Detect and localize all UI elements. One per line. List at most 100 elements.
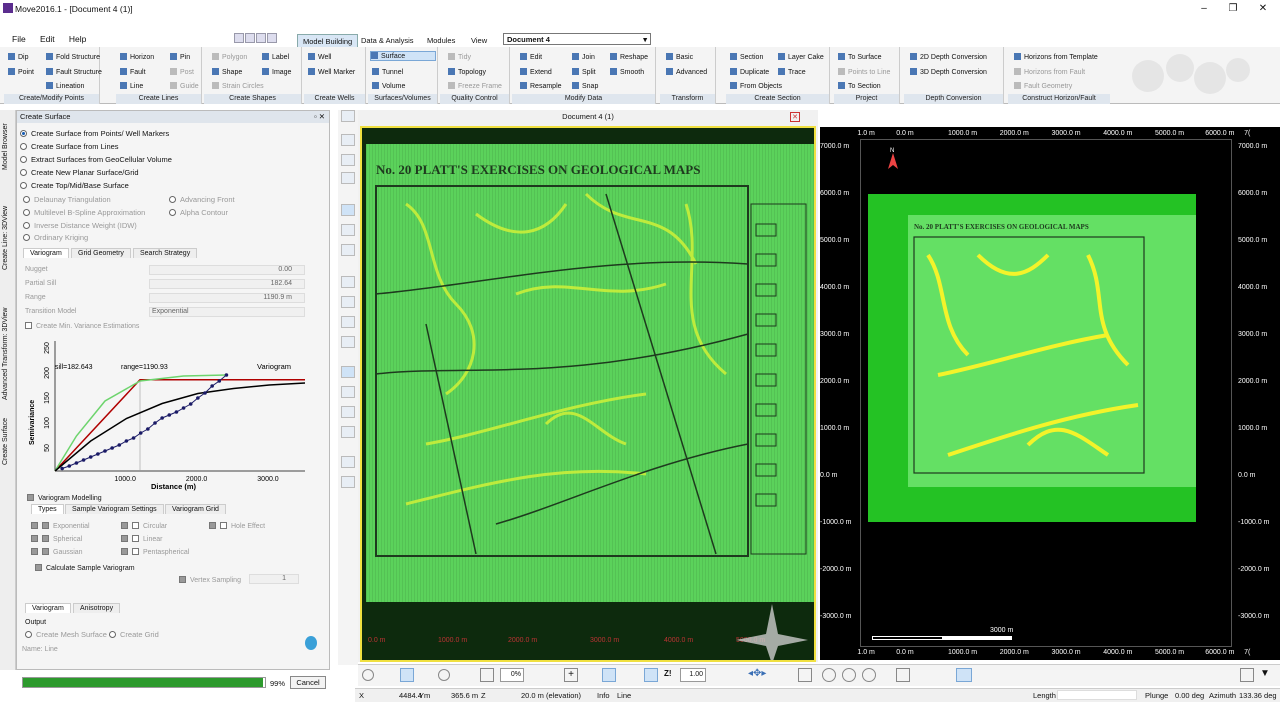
type-hole-effect[interactable]: Hole Effect [209,522,265,530]
label-button[interactable]: Label [262,53,289,61]
join-button[interactable]: Join [572,53,595,61]
minimize-button[interactable]: – [1193,0,1215,17]
well-button[interactable]: Well [308,53,331,61]
type-circular[interactable]: Circular [121,522,167,530]
partial-sill-input[interactable]: 182.64 [149,279,305,289]
method-delaunay[interactable]: Delaunay Triangulation [23,195,111,204]
method-alpha-contour[interactable]: Alpha Contour [169,208,228,217]
tidy-button[interactable]: Tidy [448,53,471,61]
grid-icon[interactable] [267,33,277,43]
to-section-button[interactable]: To Section [838,82,881,90]
image-button[interactable]: Image [262,68,291,76]
dropdown-arrow-icon[interactable]: ▼ [1260,668,1270,679]
to-surface-button[interactable]: To Surface [838,53,881,61]
subtab-search-strategy[interactable]: Search Strategy [133,248,198,258]
horizons-from-fault-button[interactable]: Horizons from Fault [1014,68,1085,76]
split-view-icon[interactable] [245,33,255,43]
method-kriging[interactable]: Ordinary Kriging [23,233,88,242]
fault-structure-button[interactable]: Fault Structure [46,68,102,76]
calc-sample-checkbox[interactable]: Calculate Sample Variogram [35,564,135,572]
rotate-icon[interactable] [341,276,355,288]
curve-icon[interactable] [341,426,355,438]
split-button[interactable]: Split [572,68,596,76]
guide-button[interactable]: Guide [170,82,199,90]
3d-depth-conversion-button[interactable]: 3D Depth Conversion [910,68,987,76]
polygon-button[interactable]: Polygon [212,53,247,61]
snap-button[interactable]: Snap [572,82,598,90]
filter-icon[interactable] [480,668,494,682]
add-icon[interactable]: + [564,668,578,682]
reshape-button[interactable]: Reshape [610,53,648,61]
nugget-input[interactable]: 0.00 [149,265,305,275]
eraser-icon[interactable] [341,244,355,256]
output-mesh[interactable]: Create Mesh Surface [25,630,107,639]
volume-button[interactable]: Volume [372,82,405,90]
eye-icon[interactable] [341,406,355,418]
strain-circles-button[interactable]: Strain Circles [212,82,264,90]
sphere-icon[interactable] [438,669,450,681]
transition-model-select[interactable]: Exponential [149,307,305,317]
tab-data-analysis[interactable]: Data & Analysis [356,34,419,47]
opacity-input[interactable]: 0% [500,668,524,682]
edit-points-icon[interactable] [341,204,355,216]
well-marker-button[interactable]: Well Marker [308,68,355,76]
type-linear[interactable]: Linear [121,535,162,543]
side-tab-model-browser[interactable]: Model Browser [2,123,9,170]
extend-button[interactable]: Extend [520,68,552,76]
refresh-icon[interactable] [362,669,374,681]
pick-icon[interactable] [341,172,355,184]
option-points[interactable]: Create Surface from Points/ Well Markers [20,129,169,138]
trace-button[interactable]: Trace [778,68,806,76]
option-planar[interactable]: Create New Planar Surface/Grid [20,168,139,177]
z-scale-input[interactable]: 1.00 [680,668,706,682]
layout-icon[interactable] [234,33,244,43]
document-select[interactable]: Document 4 ▾ [503,33,651,45]
option-lines[interactable]: Create Surface from Lines [20,142,119,151]
zoom-box-icon[interactable] [798,668,812,682]
panel-close-icon[interactable]: ▫ ✕ [314,111,325,123]
btab-anisotropy[interactable]: Anisotropy [73,603,121,613]
side-tab-create-surface[interactable]: Create Surface [2,418,9,465]
tile-icon[interactable] [256,33,266,43]
subtab-grid-geometry[interactable]: Grid Geometry [71,248,131,258]
vtab-types[interactable]: Types [31,504,64,514]
cancel-button[interactable]: Cancel [290,676,326,689]
map-canvas[interactable]: No. 20 PLATT'S EXERCISES ON GEOLOGICAL M… [360,126,816,662]
type-gaussian[interactable]: Gaussian [31,548,83,556]
points-to-line-button[interactable]: Points to Line [838,68,890,76]
map-view-window[interactable]: No. 20 PLATT'S EXERCISES ON GEOLOGICAL M… [820,127,1280,660]
draw-line-icon[interactable] [341,366,355,378]
fault-geometry-button[interactable]: Fault Geometry [1014,82,1072,90]
select-icon[interactable] [341,134,355,146]
variogram-modelling-checkbox[interactable]: Variogram Modelling [27,494,102,502]
freeze-frame-button[interactable]: Freeze Frame [448,82,502,90]
smooth-button[interactable]: Smooth [610,68,644,76]
surface-button[interactable]: Surface [370,51,436,61]
grid-toggle-icon[interactable] [602,668,616,682]
zoom-in-icon[interactable] [822,668,836,682]
vertex-sampling-input[interactable]: 1 [249,574,299,584]
resample-button[interactable]: Resample [520,82,562,90]
snap-toggle-icon[interactable] [644,668,658,682]
new-doc-icon[interactable] [341,110,355,122]
vertex-sampling-checkbox[interactable]: Vertex Sampling [179,576,241,584]
zoom-fit-icon[interactable] [862,668,876,682]
duplicate-button[interactable]: Duplicate [730,68,769,76]
close-button[interactable]: ✕ [1252,0,1274,17]
undo-icon[interactable] [341,456,355,468]
menu-edit[interactable]: Edit [40,32,55,46]
fold-structure-button[interactable]: Fold Structure [46,53,100,61]
horizon-button[interactable]: Horizon [120,53,154,61]
window-icon[interactable] [1240,668,1254,682]
pan-icon[interactable]: ◂✥▸ [748,668,766,682]
from-objects-button[interactable]: From Objects [730,82,782,90]
pin-button[interactable]: Pin [170,53,190,61]
lineation-button[interactable]: Lineation [46,82,84,90]
basic-button[interactable]: Basic [666,53,693,61]
side-tab-advanced-transform[interactable]: Advanced Transform: 3DView [2,308,9,400]
range-input[interactable]: 1190.9 m [149,293,305,303]
menu-file[interactable]: File [12,32,26,46]
type-spherical[interactable]: Spherical [31,535,82,543]
section-button[interactable]: Section [730,53,763,61]
output-grid[interactable]: Create Grid [109,630,159,639]
